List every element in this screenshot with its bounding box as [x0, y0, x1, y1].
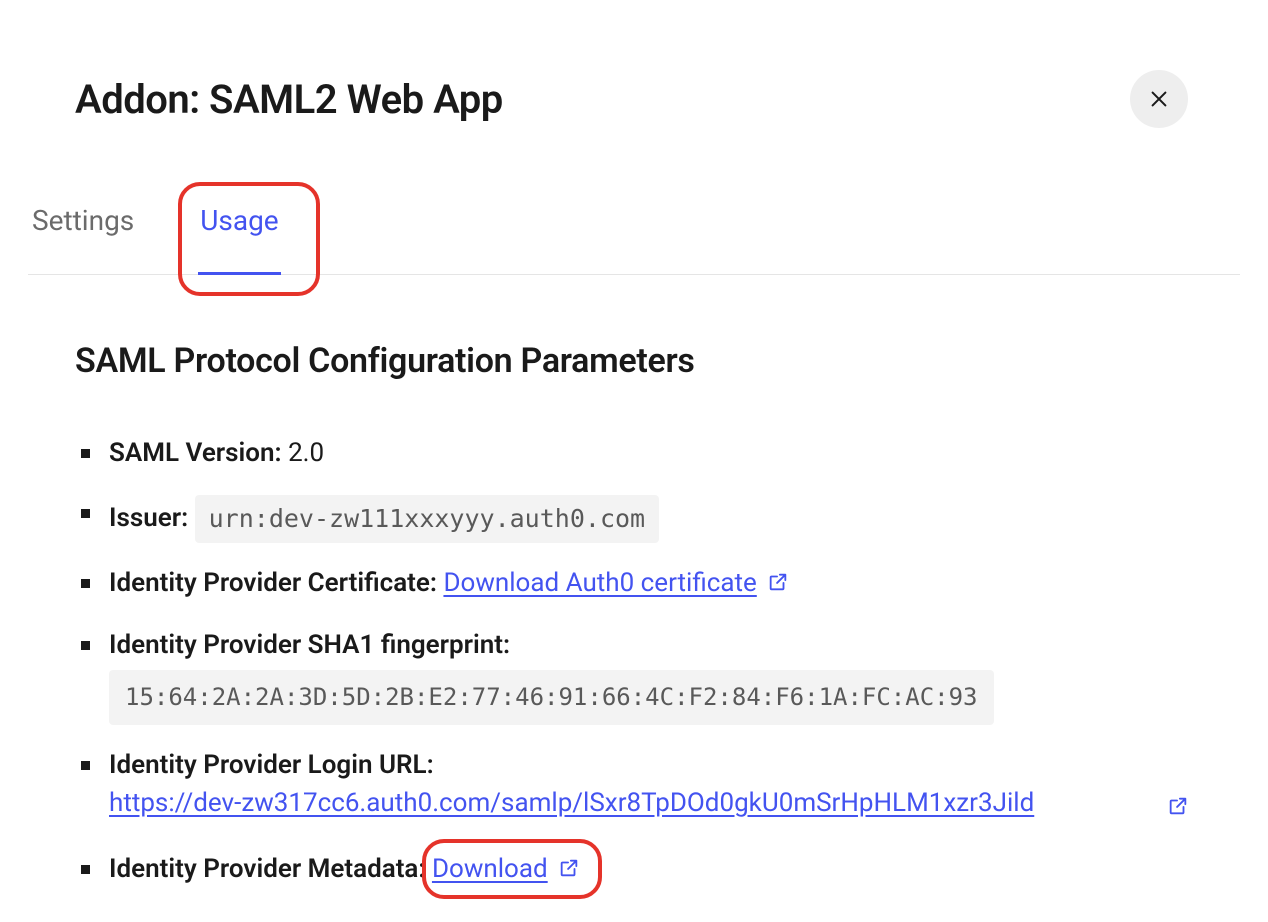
sha1-code: 15:64:2A:2A:3D:5D:2B:E2:77:46:91:66:4C:F… [109, 670, 994, 725]
param-saml-version: SAML Version: 2.0 [109, 435, 1193, 473]
page-title: Addon: SAML2 Web App [75, 76, 503, 123]
close-button[interactable] [1130, 70, 1188, 128]
external-link-icon [767, 567, 789, 605]
param-value: 2.0 [288, 438, 324, 468]
param-label: Issuer: [109, 503, 188, 533]
section-title: SAML Protocol Configuration Parameters [75, 341, 1193, 381]
param-idp-certificate: Identity Provider Certificate: Download … [109, 565, 1193, 605]
download-metadata-link[interactable]: Download [432, 854, 548, 884]
login-url-link[interactable]: https://dev-zw317cc6.auth0.com/samlp/lSx… [109, 788, 1034, 818]
param-label: Identity Provider Login URL: [109, 750, 434, 780]
download-cert-link[interactable]: Download Auth0 certificate [443, 568, 756, 598]
param-label: Identity Provider SHA1 fingerprint: [109, 630, 510, 660]
external-link-icon [558, 853, 580, 891]
params-list: SAML Version: 2.0 Issuer: urn:dev-zw111x… [75, 435, 1193, 890]
param-metadata: Identity Provider Metadata: Download [109, 851, 1193, 891]
param-login-url: Identity Provider Login URL: https://dev… [109, 747, 1193, 829]
link-text: Download [432, 854, 548, 884]
tab-usage[interactable]: Usage [196, 200, 282, 275]
issuer-code: urn:dev-zw111xxxyyy.auth0.com [195, 495, 660, 543]
tab-settings[interactable]: Settings [28, 200, 138, 275]
modal-header: Addon: SAML2 Web App [0, 0, 1268, 128]
param-label: Identity Provider Certificate: [109, 568, 437, 598]
param-label: SAML Version: [109, 438, 282, 468]
addon-modal: Addon: SAML2 Web App Settings Usage SAML… [0, 0, 1268, 890]
param-label: Identity Provider Metadata: [109, 854, 425, 884]
content-area: SAML Protocol Configuration Parameters S… [0, 275, 1268, 890]
tabs: Settings Usage [0, 200, 1268, 275]
external-link-icon [1167, 791, 1189, 829]
link-text: Download Auth0 certificate [443, 568, 756, 598]
close-icon [1148, 88, 1170, 110]
param-sha1-fingerprint: Identity Provider SHA1 fingerprint: 15:6… [109, 627, 1193, 725]
link-text: https://dev-zw317cc6.auth0.com/samlp/lSx… [109, 788, 1034, 818]
param-issuer: Issuer: urn:dev-zw111xxxyyy.auth0.com [109, 495, 1193, 543]
